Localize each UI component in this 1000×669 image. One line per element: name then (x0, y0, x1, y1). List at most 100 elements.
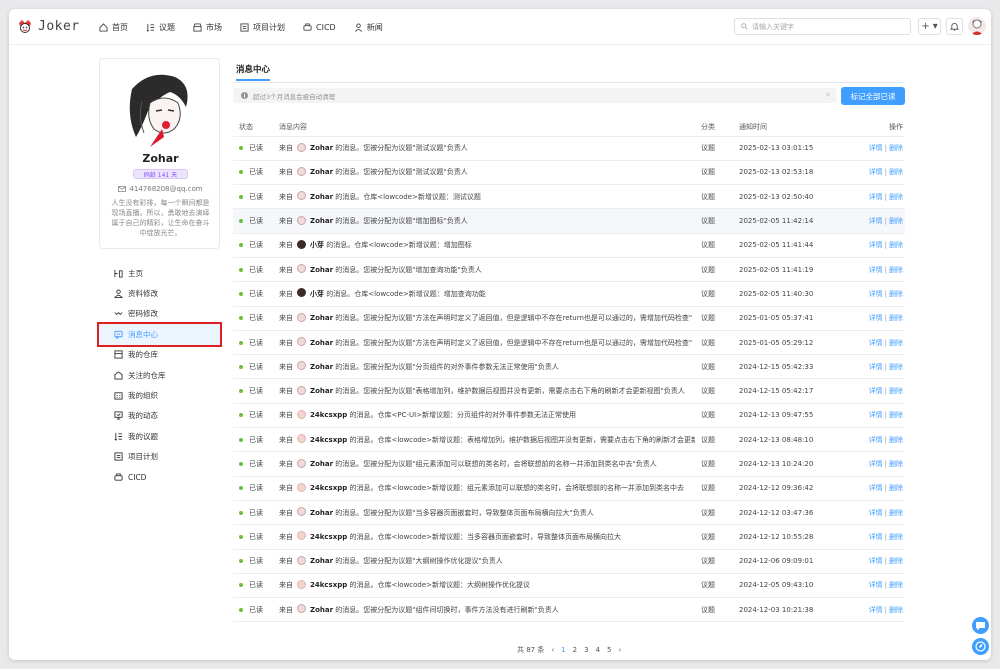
sidebar-item-starred-repos[interactable]: 关注的仓库 (99, 365, 220, 385)
actor-name[interactable]: Zohar (310, 606, 333, 614)
avatar[interactable] (968, 17, 986, 35)
sidebar-item-home[interactable]: 主页 (99, 263, 220, 283)
pagination-prev-button[interactable]: ‹ (551, 646, 554, 654)
search-box[interactable]: 请输入关键字 (734, 18, 911, 35)
actor-name[interactable]: Zohar (310, 509, 333, 517)
detail-link[interactable]: 详情 (869, 606, 883, 614)
sidebar-item-password[interactable]: 密码修改 (99, 304, 220, 324)
close-icon[interactable]: ✕ (825, 91, 831, 99)
actor-name[interactable]: 24kcsxpp (310, 581, 347, 589)
pagination-page[interactable]: 3 (584, 646, 588, 654)
search-input[interactable]: 请输入关键字 (752, 22, 794, 32)
delete-link[interactable]: 删除 (889, 460, 903, 468)
table-row[interactable]: 已读 来自 Zohar 的消息。您被分配为议题"组件间切换时，事件方法没有进行刷新"… (233, 597, 905, 623)
detail-link[interactable]: 详情 (869, 509, 883, 517)
detail-link[interactable]: 详情 (869, 387, 883, 395)
sidebar-item-my-activity[interactable]: 我的动态 (99, 406, 220, 426)
sidebar-item-cicd[interactable]: CICD (99, 467, 220, 487)
table-row[interactable]: 已读 来自 小芽 的消息。仓库<lowcode>新增议题：增加查询功能 议题 2025-… (233, 281, 905, 307)
actor-name[interactable]: Zohar (310, 144, 333, 152)
actor-name[interactable]: 24kcsxpp (310, 411, 347, 419)
delete-link[interactable]: 删除 (889, 266, 903, 274)
detail-link[interactable]: 详情 (869, 144, 883, 152)
delete-link[interactable]: 删除 (889, 339, 903, 347)
detail-link[interactable]: 详情 (869, 484, 883, 492)
detail-link[interactable]: 详情 (869, 411, 883, 419)
table-row[interactable]: 已读 来自 Zohar 的消息。您被分配为议题"增加查询功能"负责人 议题 2025-0… (233, 257, 905, 283)
nav-item-market[interactable]: 市场 (193, 22, 222, 33)
nav-item-news[interactable]: 新闻 (354, 22, 383, 33)
pagination-next-button[interactable]: › (619, 646, 622, 654)
notification-button[interactable] (946, 18, 963, 35)
delete-link[interactable]: 删除 (889, 533, 903, 541)
delete-link[interactable]: 删除 (889, 168, 903, 176)
detail-link[interactable]: 详情 (869, 557, 883, 565)
sidebar-item-my-issues[interactable]: 我的议题 (99, 426, 220, 446)
table-row[interactable]: 已读 来自 Zohar 的消息。您被分配为议题"方法在声明时定义了返回值，但是逻辑中… (233, 330, 905, 356)
delete-link[interactable]: 删除 (889, 363, 903, 371)
actor-name[interactable]: 24kcsxpp (310, 533, 347, 541)
actor-name[interactable]: Zohar (310, 217, 333, 225)
table-row[interactable]: 已读 来自 Zohar 的消息。您被分配为议题"方法在声明时定义了返回值，但是逻辑中… (233, 306, 905, 331)
detail-link[interactable]: 详情 (869, 460, 883, 468)
table-row[interactable]: 已读 来自 Zohar 的消息。您被分配为议题"增加图标"负责人 议题 2025-02-… (233, 208, 905, 234)
delete-link[interactable]: 删除 (889, 606, 903, 614)
table-row[interactable]: 已读 来自 小芽 的消息。仓库<lowcode>新增议题：增加图标 议题 2025-02… (233, 233, 905, 258)
detail-link[interactable]: 详情 (869, 314, 883, 322)
detail-link[interactable]: 详情 (869, 436, 883, 444)
sidebar-item-my-repos[interactable]: 我的仓库 (99, 345, 220, 365)
table-row[interactable]: 已读 来自 24kcsxpp 的消息。仓库<lowcode>新增议题：表格增加列，维… (233, 427, 905, 453)
sidebar-item-my-orgs[interactable]: 我的组织 (99, 385, 220, 405)
actor-name[interactable]: 小芽 (310, 241, 324, 249)
detail-link[interactable]: 详情 (869, 266, 883, 274)
delete-link[interactable]: 删除 (889, 436, 903, 444)
delete-link[interactable]: 删除 (889, 411, 903, 419)
actor-name[interactable]: Zohar (310, 557, 333, 565)
actor-name[interactable]: 24kcsxpp (310, 484, 347, 492)
nav-item-plan[interactable]: 项目计划 (240, 22, 285, 33)
table-row[interactable]: 已读 来自 24kcsxpp 的消息。仓库<lowcode>新增议题：组元素添加可以… (233, 476, 905, 501)
actor-name[interactable]: Zohar (310, 168, 333, 176)
detail-link[interactable]: 详情 (869, 533, 883, 541)
create-dropdown-button[interactable]: + ▾ (918, 18, 941, 35)
pagination-page[interactable]: 2 (573, 646, 577, 654)
detail-link[interactable]: 详情 (869, 581, 883, 589)
detail-link[interactable]: 详情 (869, 290, 883, 298)
chat-float-button[interactable] (972, 617, 989, 634)
detail-link[interactable]: 详情 (869, 241, 883, 249)
pagination-page[interactable]: 4 (596, 646, 600, 654)
pagination-page[interactable]: 1 (561, 646, 565, 654)
table-row[interactable]: 已读 来自 24kcsxpp 的消息。仓库<lowcode>新增议题：大纲树操作优化… (233, 573, 905, 599)
table-row[interactable]: 已读 来自 24kcsxpp 的消息。仓库<PC-UI>新增议题：分页组件的对外事件… (233, 403, 905, 429)
sidebar-item-messages[interactable]: 消息中心 (97, 322, 222, 347)
delete-link[interactable]: 删除 (889, 217, 903, 225)
nav-item-issues[interactable]: 议题 (146, 22, 175, 33)
table-row[interactable]: 已读 来自 Zohar 的消息。您被分配为议题"测试议题"负责人 议题 2025-02-… (233, 136, 905, 161)
detail-link[interactable]: 详情 (869, 363, 883, 371)
detail-link[interactable]: 详情 (869, 168, 883, 176)
actor-name[interactable]: Zohar (310, 339, 333, 347)
detail-link[interactable]: 详情 (869, 339, 883, 347)
delete-link[interactable]: 删除 (889, 581, 903, 589)
delete-link[interactable]: 删除 (889, 290, 903, 298)
table-row[interactable]: 已读 来自 Zohar 的消息。您被分配为议题"大纲树操作优化提议"负责人 议题 202… (233, 549, 905, 574)
pagination-page[interactable]: 5 (607, 646, 611, 654)
help-float-button[interactable] (972, 638, 989, 655)
detail-link[interactable]: 详情 (869, 193, 883, 201)
mark-all-read-button[interactable]: 标记全部已读 (841, 87, 905, 105)
actor-name[interactable]: 小芽 (310, 290, 324, 298)
sidebar-item-project-plan[interactable]: 项目计划 (99, 447, 220, 467)
table-row[interactable]: 已读 来自 24kcsxpp 的消息。仓库<lowcode>新增议题：当多容器页面嵌… (233, 524, 905, 550)
tab-message-center[interactable]: 消息中心 (236, 63, 271, 81)
table-row[interactable]: 已读 来自 Zohar 的消息。您被分配为议题"测试议题"负责人 议题 2025-02-… (233, 160, 905, 186)
table-row[interactable]: 已读 来自 Zohar 的消息。仓库<lowcode>新增议题：测试议题 议题 2025… (233, 184, 905, 210)
delete-link[interactable]: 删除 (889, 144, 903, 152)
delete-link[interactable]: 删除 (889, 241, 903, 249)
table-row[interactable]: 已读 来自 Zohar 的消息。您被分配为议题"表格增加列，维护数据后视图并没有更新… (233, 378, 905, 404)
actor-name[interactable]: Zohar (310, 460, 333, 468)
table-row[interactable]: 已读 来自 Zohar 的消息。您被分配为议题"组元素添加可以联想的类名时，会将联想… (233, 451, 905, 477)
table-row[interactable]: 已读 来自 Zohar 的消息。您被分配为议题"当多容器页面嵌套时，导致整体页面布局… (233, 500, 905, 526)
actor-name[interactable]: Zohar (310, 387, 333, 395)
actor-name[interactable]: Zohar (310, 363, 333, 371)
nav-item-home[interactable]: 首页 (99, 22, 128, 33)
